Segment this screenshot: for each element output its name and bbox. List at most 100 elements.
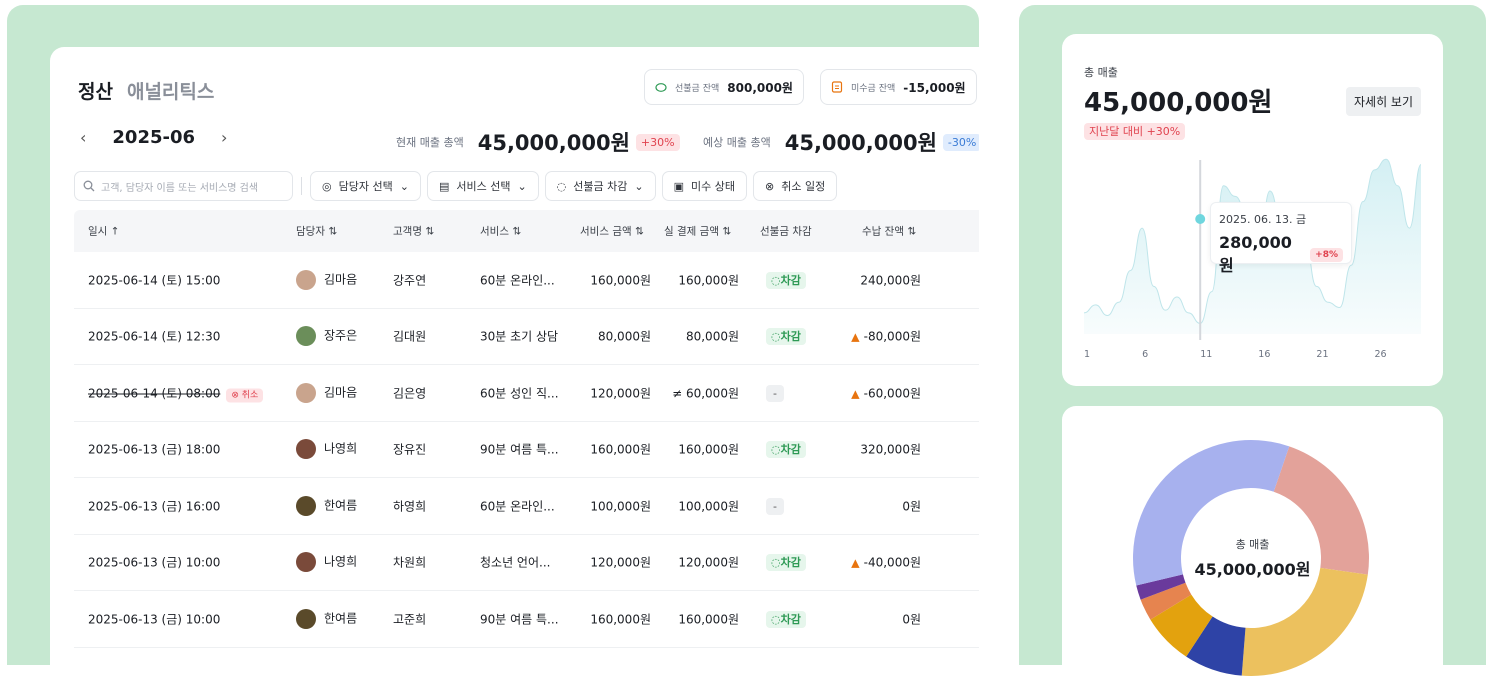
x-tick-label: 26 — [1375, 349, 1387, 360]
column-prepaid-deduct: 선불금 차감 — [760, 225, 812, 238]
paid-amount-cell: 80,000원 — [685, 329, 739, 344]
piggy-bank-icon: ◌ — [771, 556, 781, 570]
service-amount-cell: 160,000원 — [590, 273, 651, 288]
sales-donut-card: 총 매출 45,000,000원 — [1062, 406, 1443, 676]
settlement-card: 정산 애널리틱스 선불금 잔액 800,000원 미수금 잔액 -15,000원 … — [50, 47, 979, 665]
prepaid-balance-pill: 선불금 잔액 800,000원 — [644, 69, 804, 105]
table-row[interactable]: 2025-06-14 (토) 12:30 장주은 김대원 30분 초기 상담 8… — [74, 309, 979, 365]
page-title: 정산 애널리틱스 — [78, 77, 214, 104]
table-row[interactable]: 2025-06-14 (토) 08:00 ⊗ 취소 김마음 김은영 60분 성인 … — [74, 365, 979, 422]
document-icon: ▤ — [438, 179, 450, 193]
customer-cell: 하영희 — [393, 499, 427, 514]
warning-icon: ▲ — [851, 330, 860, 344]
filter-bar: 고객, 담당자 이름 또는 서비스명 검색 ◎ 담당자 선택 ⌄ ▤ 서비스 선… — [74, 171, 838, 201]
tooltip-date: 2025. 06. 13. 금 — [1219, 213, 1307, 226]
deduct-chip: ◌차감 — [766, 328, 806, 346]
service-select[interactable]: ▤ 서비스 선택 ⌄ — [426, 171, 539, 201]
cancel-badge: ⊗ 취소 — [226, 388, 264, 403]
avatar — [296, 552, 316, 573]
expected-sales-total: 예상 매출 총액 45,000,000원 -30% — [703, 127, 979, 157]
x-tick-label: 16 — [1258, 349, 1270, 360]
service-amount-cell: 120,000원 — [590, 555, 651, 570]
service-cell: 청소년 언어... — [480, 555, 551, 570]
highlight-point[interactable] — [1195, 214, 1206, 224]
table-row[interactable]: 2025-06-13 (금) 10:00 한여름 고준희 90분 여름 특...… — [74, 591, 979, 648]
column-service[interactable]: 서비스 ⇅ — [480, 224, 521, 239]
unpaid-balance-pill: 미수금 잔액 -15,000원 — [820, 69, 977, 105]
search-icon — [83, 180, 95, 192]
datetime-cell: 2025-06-14 (토) 12:30 — [88, 329, 221, 344]
avatar — [296, 382, 316, 403]
change-badge: -30% — [942, 133, 979, 151]
current-month: 2025-06 — [112, 127, 196, 148]
column-paid-amount[interactable]: 실 결제 금액 ⇅ — [664, 224, 731, 239]
paid-amount-cell: 160,000원 — [678, 442, 739, 457]
cancel-circle-icon: ⊗ — [231, 390, 239, 401]
manager-cell: 김마음 — [324, 385, 358, 400]
deduct-chip: ◌차감 — [766, 554, 806, 572]
table-header: 일시 ↑ 담당자 ⇅ 고객명 ⇅ 서비스 ⇅ 서비스 금액 ⇅ 실 결제 금액 … — [74, 210, 979, 252]
warning-icon: ▲ — [851, 387, 860, 401]
deduct-chip: ◌차감 — [766, 271, 806, 289]
x-tick-label: 21 — [1316, 349, 1328, 360]
column-manager[interactable]: 담당자 ⇅ — [296, 224, 337, 239]
receipt-icon: ▣ — [673, 179, 685, 193]
customer-cell: 고준희 — [393, 612, 427, 627]
table-row[interactable]: 2025-06-14 (토) 15:00 김마음 강주연 60분 온라인... … — [74, 252, 979, 309]
deduct-chip: ◌차감 — [766, 610, 806, 628]
search-input[interactable]: 고객, 담당자 이름 또는 서비스명 검색 — [74, 171, 293, 201]
balance-cell: 0원 — [902, 499, 921, 514]
service-cell: 90분 여름 특... — [480, 612, 559, 627]
chart-tooltip: 2025. 06. 13. 금 280,000원 +8% — [1210, 202, 1352, 275]
customer-cell: 장유진 — [393, 442, 427, 457]
chevron-right-icon[interactable]: › — [221, 128, 227, 147]
column-balance[interactable]: 수납 잔액 ⇅ — [862, 224, 916, 239]
table-body: 2025-06-14 (토) 15:00 김마음 강주연 60분 온라인... … — [74, 252, 979, 648]
datetime-cell: 2025-06-13 (금) 10:00 — [88, 555, 221, 570]
column-datetime[interactable]: 일시 ↑ — [88, 224, 119, 239]
balance-cell: 320,000원 — [860, 442, 921, 457]
current-sales-total: 현재 매출 총액 45,000,000원 +30% — [396, 127, 680, 157]
service-cell: 90분 여름 특... — [480, 442, 559, 457]
column-customer[interactable]: 고객명 ⇅ — [393, 224, 434, 239]
x-tick-label: 11 — [1200, 349, 1212, 360]
datetime-cell: 2025-06-14 (토) 15:00 — [88, 273, 221, 288]
chevron-down-icon: ⌄ — [399, 179, 409, 193]
paid-amount-cell: ≠ 60,000원 — [672, 386, 739, 401]
tooltip-value: 280,000원 — [1219, 233, 1292, 275]
donut-center-label: 총 매출 — [1235, 538, 1270, 551]
tab-analytics[interactable]: 애널리틱스 — [127, 81, 214, 103]
x-tick-label: 1 — [1084, 349, 1090, 360]
tab-settlement[interactable]: 정산 — [78, 81, 113, 103]
manager-cell: 한여름 — [324, 498, 358, 513]
deduct-chip: ◌차감 — [766, 441, 806, 459]
chevron-down-icon: ⌄ — [634, 179, 644, 193]
customer-cell: 김은영 — [393, 386, 427, 401]
cancel-schedule-button[interactable]: ⊗ 취소 일정 — [753, 171, 838, 201]
deduct-chip: - — [766, 497, 784, 515]
avatar — [296, 269, 316, 290]
datetime-cell: 2025-06-13 (금) 10:00 — [88, 612, 221, 627]
table-row[interactable]: 2025-06-13 (금) 10:00 나영희 차원희 청소년 언어... 1… — [74, 535, 979, 591]
prepaid-deduct-select[interactable]: ◌ 선불금 차감 ⌄ — [544, 171, 656, 201]
table-row[interactable]: 2025-06-13 (금) 16:00 한여름 하영희 60분 온라인... … — [74, 478, 979, 535]
warning-icon: ▲ — [851, 556, 860, 570]
balance-cell: 0원 — [902, 612, 921, 627]
table-row[interactable]: 2025-06-13 (금) 18:00 나영희 장유진 90분 여름 특...… — [74, 422, 979, 478]
datetime-cell: 2025-06-13 (금) 16:00 — [88, 499, 221, 514]
manager-cell: 장주은 — [324, 328, 358, 343]
unpaid-status-button[interactable]: ▣ 미수 상태 — [661, 171, 747, 201]
manager-select[interactable]: ◎ 담당자 선택 ⌄ — [310, 171, 421, 201]
column-service-amount[interactable]: 서비스 금액 ⇅ — [580, 224, 644, 239]
service-cell: 60분 온라인... — [480, 273, 555, 288]
donut-slice[interactable] — [1241, 567, 1368, 676]
change-badge: +30% — [635, 133, 680, 151]
receipt-icon — [831, 81, 843, 93]
analytics-panel: 총 매출 45,000,000원 자세히 보기 지난달 대비 +30% 1 6 11… — [1019, 5, 1486, 676]
sales-chart-card: 총 매출 45,000,000원 자세히 보기 지난달 대비 +30% 1 6 11… — [1062, 34, 1443, 386]
balance-cell: -40,000원 — [863, 555, 921, 570]
customer-cell: 차원희 — [393, 555, 427, 570]
manager-cell: 김마음 — [324, 272, 358, 287]
chevron-left-icon[interactable]: ‹ — [80, 128, 86, 147]
piggy-bank-icon: ◌ — [771, 443, 781, 457]
